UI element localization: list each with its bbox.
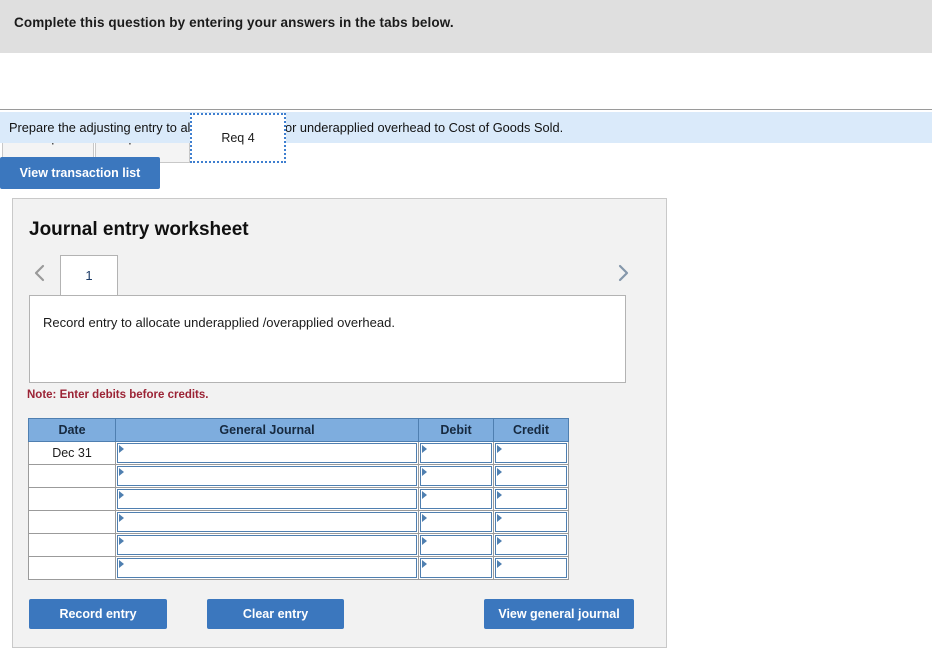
requirement-tab-strip: Req 1 Req 2 and 3 Req 4 [0, 53, 932, 163]
worksheet-page-tab-1[interactable]: 1 [60, 255, 118, 295]
column-header-debit: Debit [418, 418, 494, 442]
general-journal-input-1[interactable] [117, 466, 417, 486]
cell-debit-1[interactable] [418, 464, 494, 488]
debit-input-0[interactable] [420, 443, 492, 463]
cell-credit-5[interactable] [493, 556, 569, 580]
debit-input-3[interactable] [420, 512, 492, 532]
tab-req-4[interactable]: Req 4 [190, 113, 286, 163]
column-header-date: Date [28, 418, 116, 442]
cell-debit-4[interactable] [418, 533, 494, 557]
general-journal-input-2[interactable] [117, 489, 417, 509]
table-row [28, 464, 569, 488]
table-header-row: Date General Journal Debit Credit [28, 418, 569, 442]
column-header-general-journal: General Journal [115, 418, 419, 442]
debit-input-5[interactable] [420, 558, 492, 578]
cell-general-journal-3[interactable] [115, 510, 419, 534]
debits-before-credits-note: Note: Enter debits before credits. [27, 389, 209, 401]
view-general-journal-button[interactable]: View general journal [484, 599, 634, 629]
debit-input-1[interactable] [420, 466, 492, 486]
entry-description-box: Record entry to allocate underapplied /o… [29, 295, 626, 383]
cell-credit-1[interactable] [493, 464, 569, 488]
page-title: Complete this question by entering your … [14, 15, 454, 30]
table-row [28, 487, 569, 511]
debit-input-4[interactable] [420, 535, 492, 555]
cell-general-journal-1[interactable] [115, 464, 419, 488]
general-journal-input-5[interactable] [117, 558, 417, 578]
worksheet-title: Journal entry worksheet [29, 219, 249, 240]
cell-debit-0[interactable] [418, 441, 494, 465]
record-entry-button[interactable]: Record entry [29, 599, 167, 629]
credit-input-2[interactable] [495, 489, 567, 509]
clear-entry-label: Clear entry [242, 607, 309, 621]
cell-date-5[interactable] [28, 556, 116, 580]
record-entry-label: Record entry [59, 607, 137, 621]
credit-input-4[interactable] [495, 535, 567, 555]
cell-general-journal-2[interactable] [115, 487, 419, 511]
cell-credit-3[interactable] [493, 510, 569, 534]
chevron-left-icon[interactable] [27, 259, 53, 287]
cell-credit-2[interactable] [493, 487, 569, 511]
clear-entry-button[interactable]: Clear entry [207, 599, 344, 629]
cell-debit-3[interactable] [418, 510, 494, 534]
journal-entry-table: Date General Journal Debit Credit Dec 31 [28, 418, 569, 580]
journal-entry-worksheet-panel: Journal entry worksheet 1 Record entry t… [12, 198, 667, 648]
debit-input-2[interactable] [420, 489, 492, 509]
instruction-bar: Prepare the adjusting entry to allocate … [0, 112, 932, 143]
cell-date-3[interactable] [28, 510, 116, 534]
cell-credit-4[interactable] [493, 533, 569, 557]
cell-date-1[interactable] [28, 464, 116, 488]
instruction-text: Prepare the adjusting entry to allocate … [9, 120, 564, 135]
cell-date-0[interactable]: Dec 31 [28, 441, 116, 465]
entry-description-text: Record entry to allocate underapplied /o… [43, 315, 395, 330]
chevron-right-icon[interactable] [610, 259, 636, 287]
credit-input-3[interactable] [495, 512, 567, 532]
cell-general-journal-0[interactable] [115, 441, 419, 465]
general-journal-input-4[interactable] [117, 535, 417, 555]
column-header-credit: Credit [493, 418, 569, 442]
question-header-bar: Complete this question by entering your … [0, 0, 932, 53]
table-row [28, 510, 569, 534]
general-journal-input-0[interactable] [117, 443, 417, 463]
credit-input-1[interactable] [495, 466, 567, 486]
view-transaction-list-label: View transaction list [19, 166, 141, 180]
cell-date-4[interactable] [28, 533, 116, 557]
cell-debit-5[interactable] [418, 556, 494, 580]
cell-general-journal-4[interactable] [115, 533, 419, 557]
table-row [28, 533, 569, 557]
cell-credit-0[interactable] [493, 441, 569, 465]
cell-general-journal-5[interactable] [115, 556, 419, 580]
tab-req-4-label: Req 4 [221, 131, 255, 145]
table-row: Dec 31 [28, 441, 569, 465]
credit-input-0[interactable] [495, 443, 567, 463]
view-transaction-list-button[interactable]: View transaction list [0, 157, 160, 189]
table-row [28, 556, 569, 580]
view-general-journal-label: View general journal [498, 607, 620, 621]
cell-debit-2[interactable] [418, 487, 494, 511]
general-journal-input-3[interactable] [117, 512, 417, 532]
worksheet-page-number: 1 [85, 268, 93, 283]
cell-date-2[interactable] [28, 487, 116, 511]
credit-input-5[interactable] [495, 558, 567, 578]
tab-strip-divider [0, 109, 932, 110]
